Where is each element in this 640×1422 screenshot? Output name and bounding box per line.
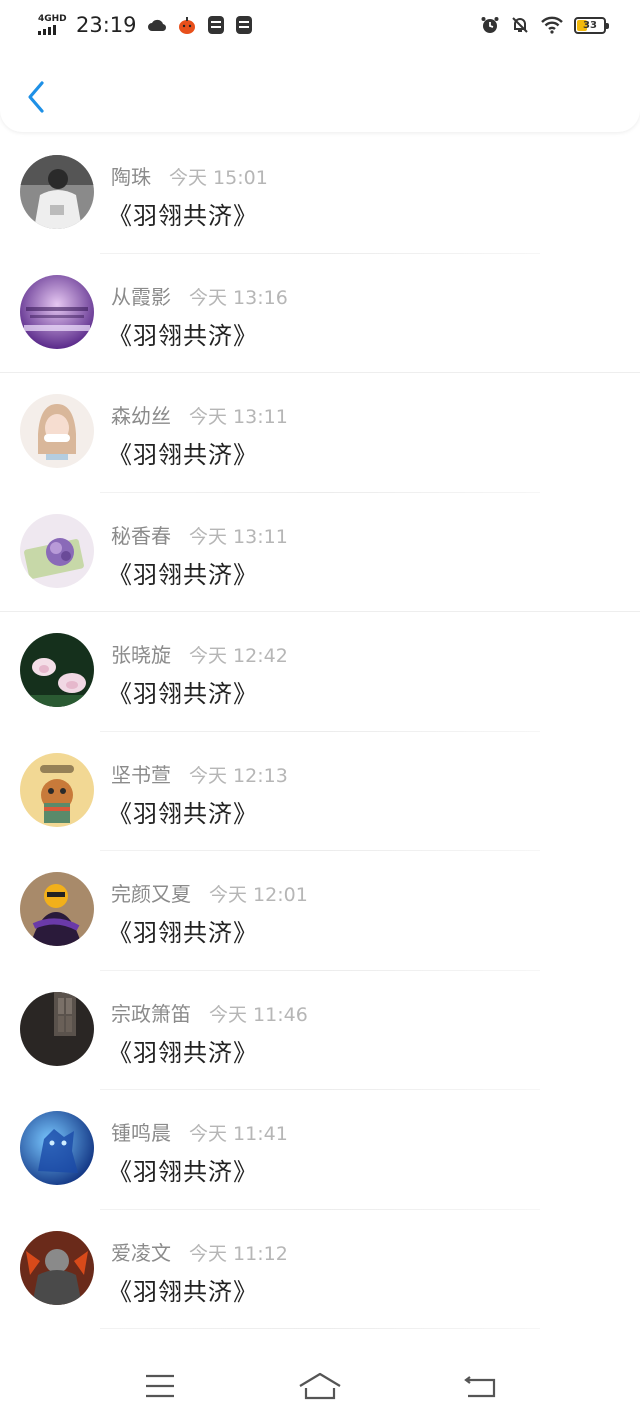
menu-button[interactable] — [130, 1366, 190, 1406]
sender-name: 从霞影 — [111, 284, 171, 309]
message-time: 今天 12:42 — [189, 645, 288, 667]
sender-name: 爱凌文 — [111, 1240, 171, 1265]
list-item[interactable]: 秘香春 今天 13:11 《羽翎共济》 — [0, 493, 640, 612]
message-meta: 森幼丝 今天 13:11 — [111, 400, 288, 429]
home-icon — [299, 1372, 341, 1400]
message-meta: 陶珠 今天 15:01 — [111, 161, 268, 190]
system-nav-bar — [0, 1350, 640, 1422]
divider — [100, 1328, 540, 1329]
return-button[interactable] — [450, 1366, 510, 1406]
chevron-left-icon — [28, 81, 44, 113]
sender-name: 秘香春 — [111, 523, 171, 548]
list-item[interactable]: 陶珠 今天 15:01 《羽翎共济》 — [0, 134, 640, 254]
avatar — [20, 513, 94, 588]
avatar — [20, 633, 94, 707]
avatar — [20, 1230, 94, 1305]
sender-name: 宗政箫笛 — [111, 1001, 191, 1026]
message-title: 《羽翎共济》 — [108, 1038, 258, 1067]
message-title: 《羽翎共济》 — [108, 680, 258, 708]
message-title: 《羽翎共济》 — [108, 1277, 258, 1306]
message-time: 今天 12:01 — [209, 884, 308, 906]
list-item[interactable]: 宗政箫笛 今天 11:46 《羽翎共济》 — [0, 971, 640, 1090]
message-time: 今天 11:46 — [209, 1003, 308, 1026]
message-title: 《羽翎共济》 — [108, 799, 258, 828]
avatar — [20, 155, 94, 229]
avatar — [20, 872, 94, 946]
message-title: 《羽翎共济》 — [108, 1158, 258, 1186]
list-item[interactable]: 从霞影 今天 13:16 《羽翎共济》 — [0, 254, 640, 373]
avatar — [20, 394, 94, 468]
message-meta: 完颜又夏 今天 12:01 — [111, 878, 308, 907]
message-title: 《羽翎共济》 — [108, 321, 258, 350]
message-title: 《羽翎共济》 — [108, 441, 258, 469]
message-meta: 爱凌文 今天 11:12 — [111, 1237, 288, 1266]
message-time: 今天 11:12 — [189, 1242, 288, 1265]
message-meta: 从霞影 今天 13:16 — [111, 281, 288, 310]
message-time: 今天 13:11 — [189, 406, 288, 428]
sender-name: 完颜又夏 — [111, 882, 191, 906]
back-button[interactable] — [22, 78, 50, 116]
avatar — [20, 752, 94, 827]
avatar — [20, 991, 94, 1066]
message-time: 今天 12:13 — [189, 764, 288, 787]
home-button[interactable] — [290, 1366, 350, 1406]
list-item[interactable]: 森幼丝 今天 13:11 《羽翎共济》 — [0, 373, 640, 493]
message-title: 《羽翎共济》 — [108, 560, 258, 589]
message-meta: 坚书萱 今天 12:13 — [111, 759, 288, 788]
list-item[interactable]: 坚书萱 今天 12:13 《羽翎共济》 — [0, 732, 640, 851]
sender-name: 森幼丝 — [111, 404, 171, 428]
list-item[interactable]: 完颜又夏 今天 12:01 《羽翎共济》 — [0, 851, 640, 971]
list-item[interactable]: 爱凌文 今天 11:12 《羽翎共济》 — [0, 1210, 640, 1329]
message-meta: 张晓旋 今天 12:42 — [111, 639, 288, 668]
message-title: 《羽翎共济》 — [108, 202, 258, 230]
avatar — [20, 1111, 94, 1185]
list-item[interactable]: 锺鸣晨 今天 11:41 《羽翎共济》 — [0, 1090, 640, 1210]
return-icon — [464, 1376, 496, 1398]
sender-name: 陶珠 — [111, 165, 151, 189]
avatar — [20, 274, 94, 349]
message-time: 今天 13:16 — [189, 286, 288, 309]
message-meta: 宗政箫笛 今天 11:46 — [111, 998, 308, 1027]
message-meta: 锺鸣晨 今天 11:41 — [111, 1117, 288, 1146]
nav-bar — [0, 0, 640, 132]
menu-icon — [146, 1374, 174, 1398]
message-meta: 秘香春 今天 13:11 — [111, 520, 288, 549]
sender-name: 锺鸣晨 — [111, 1121, 171, 1145]
message-time: 今天 13:11 — [189, 525, 288, 548]
message-list: 陶珠 今天 15:01 《羽翎共济》 从霞影 今天 13:16 《羽翎共济》 森… — [0, 134, 640, 1329]
sender-name: 坚书萱 — [111, 762, 171, 787]
sender-name: 张晓旋 — [111, 643, 171, 667]
message-time: 今天 15:01 — [169, 167, 268, 189]
list-item[interactable]: 张晓旋 今天 12:42 《羽翎共济》 — [0, 612, 640, 732]
message-title: 《羽翎共济》 — [108, 919, 258, 947]
message-time: 今天 11:41 — [189, 1123, 288, 1145]
